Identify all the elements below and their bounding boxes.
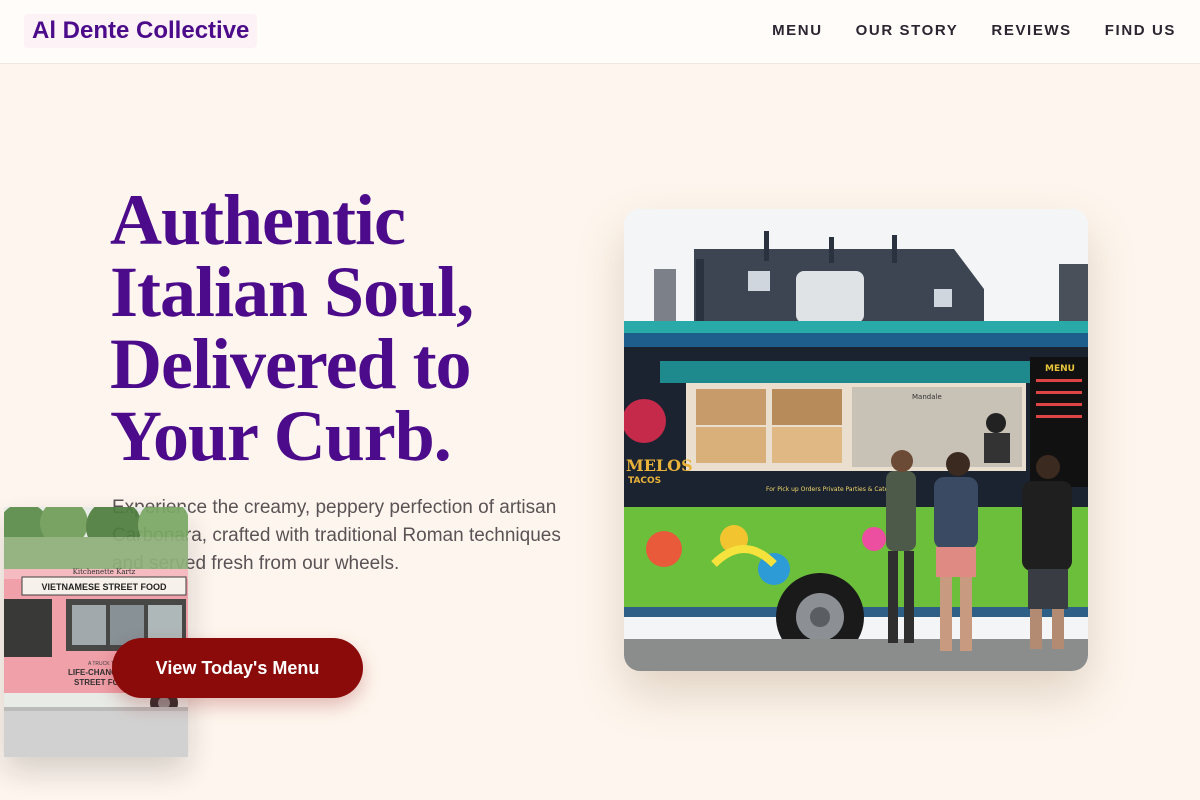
view-menu-button[interactable]: View Today's Menu	[112, 638, 363, 698]
nav-link-our-story[interactable]: OUR STORY	[856, 22, 959, 39]
truck-logo-sub: TACOS	[628, 476, 661, 486]
menu-board-header: MENU	[1045, 364, 1075, 374]
top-navbar: Al Dente Collective MENU OUR STORY REVIE…	[0, 0, 1200, 64]
truck-logo: MELOS	[626, 456, 693, 475]
headline-line: Delivered to	[110, 324, 472, 404]
window-sign: Mandale	[912, 393, 942, 401]
main-nav: MENU OUR STORY REVIEWS FIND US	[772, 22, 1176, 39]
headline-line: Your Curb.	[110, 396, 452, 476]
brand-logo[interactable]: Al Dente Collective	[24, 14, 258, 48]
side-sign: VIETNAMESE STREET FOOD	[41, 582, 167, 592]
hero-truck-photo: Mandale MENU MELOS TACOS For Pick up Ord…	[624, 209, 1088, 671]
side-sign-top: Kitchenette Kartz	[73, 568, 136, 576]
nav-link-reviews[interactable]: REVIEWS	[991, 22, 1071, 39]
nav-link-menu[interactable]: MENU	[772, 22, 823, 39]
nav-link-find-us[interactable]: FIND US	[1105, 22, 1176, 39]
headline-line: Authentic	[110, 180, 406, 260]
side-truck-photo: Kitchenette Kartz VIETNAMESE STREET FOOD…	[4, 507, 188, 757]
hero-headline: Authentic Italian Soul, Delivered to You…	[110, 184, 580, 472]
headline-line: Italian Soul,	[110, 252, 474, 332]
